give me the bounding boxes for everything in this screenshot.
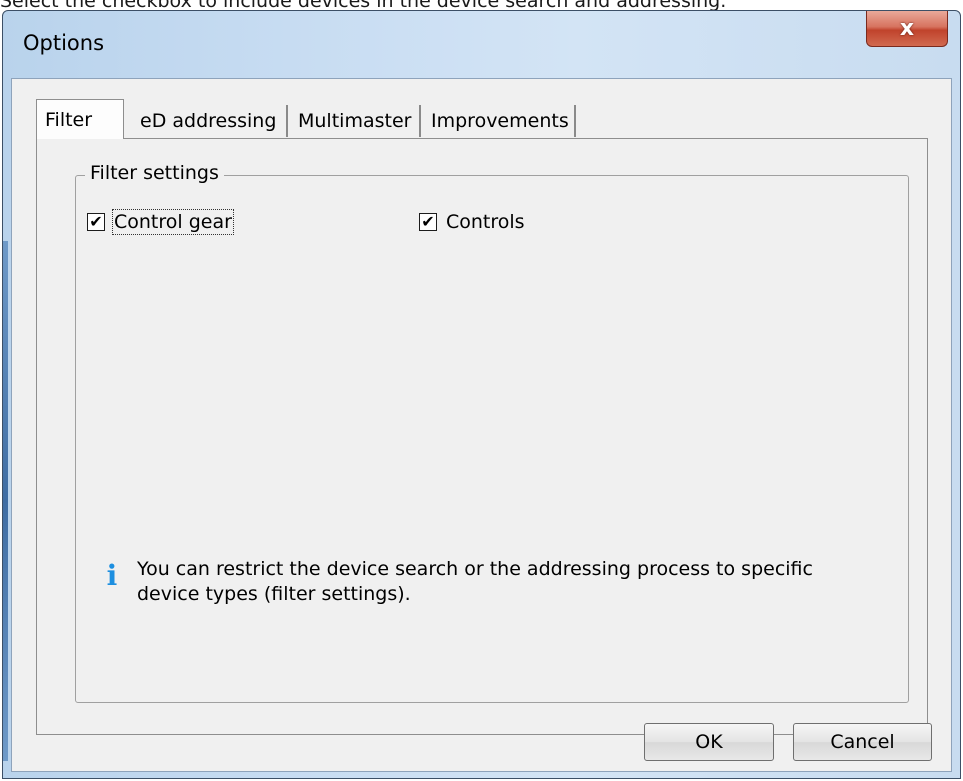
tab-improvements[interactable]: Improvements <box>423 103 577 139</box>
controls-label[interactable]: Controls <box>446 211 525 233</box>
tab-separator <box>286 105 288 137</box>
cancel-button[interactable]: Cancel <box>793 723 932 761</box>
close-icon: x <box>899 16 915 41</box>
tab-separator <box>574 105 576 137</box>
tab-panel-filter: Filter settings ✔ Control gear ✔ Control… <box>36 138 928 735</box>
checkbox-control-gear[interactable]: ✔ Control gear <box>87 209 234 235</box>
filter-settings-title: Filter settings <box>85 162 224 184</box>
tab-filter[interactable]: Filter <box>36 99 124 139</box>
control-gear-label[interactable]: Control gear <box>112 209 234 235</box>
dialog-title: Options <box>23 31 105 55</box>
controls-checkbox[interactable]: ✔ <box>419 213 437 231</box>
window-edge-accent <box>3 241 8 761</box>
tab-multimaster[interactable]: Multimaster <box>290 103 419 139</box>
tab-ed-addressing[interactable]: eD addressing <box>132 103 284 139</box>
control-gear-checkbox[interactable]: ✔ <box>87 213 105 231</box>
info-text: You can restrict the device search or th… <box>137 558 813 605</box>
filter-settings-groupbox <box>75 175 909 703</box>
dialog-client-area: Filter settings ✔ Control gear ✔ Control… <box>11 78 952 772</box>
options-dialog: Options x Filter settings ✔ Control gear… <box>2 10 961 779</box>
checkbox-controls[interactable]: ✔ Controls <box>419 211 525 233</box>
tab-separator <box>419 105 421 137</box>
close-button[interactable]: x <box>866 11 948 47</box>
ok-button[interactable]: OK <box>644 723 774 761</box>
info-icon: i <box>106 559 118 592</box>
